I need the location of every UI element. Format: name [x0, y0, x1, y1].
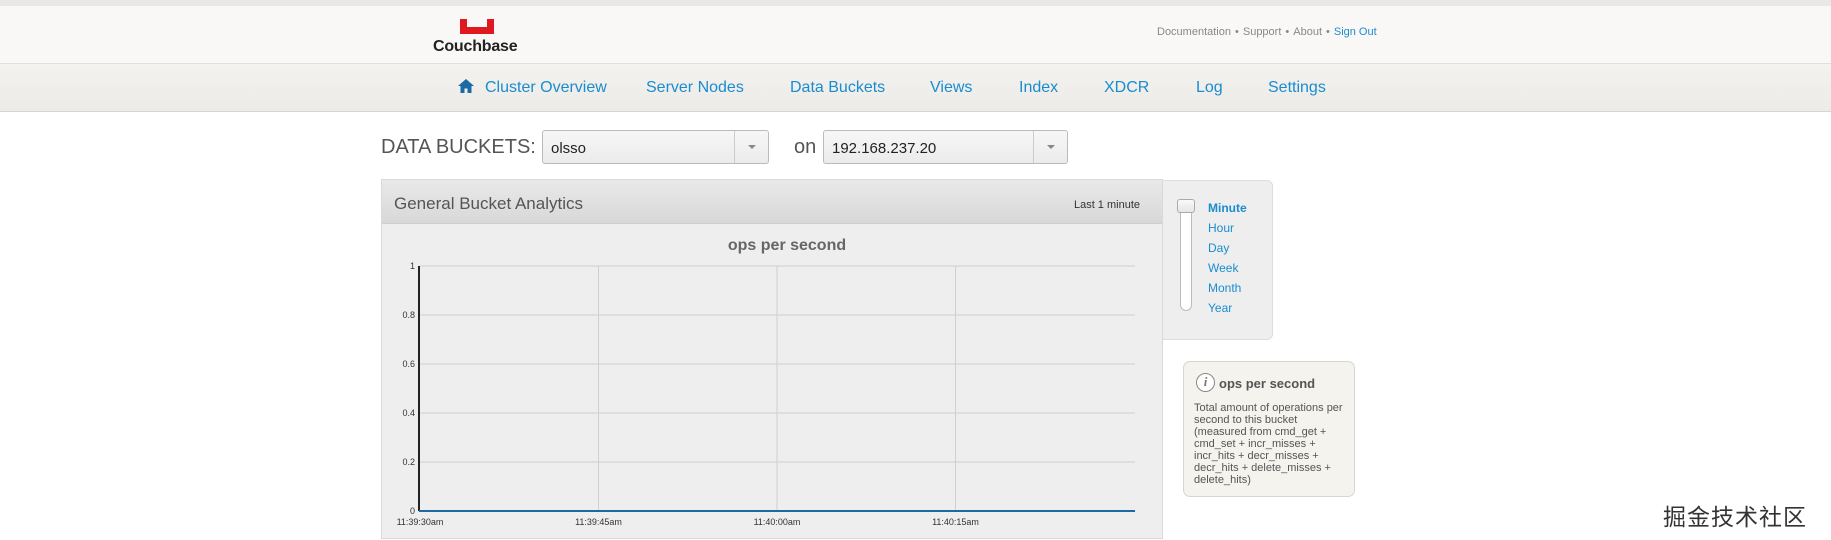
- range-label: Last 1 minute: [1073, 199, 1140, 211]
- x-tick-label: 11:40:15am: [932, 517, 979, 527]
- time-option-minute[interactable]: Minute: [1208, 201, 1247, 215]
- time-range-panel: Minute Hour Day Week Month Year: [1163, 180, 1273, 340]
- x-tick-label: 11:40:00am: [754, 517, 801, 527]
- nav-views[interactable]: Views: [930, 79, 972, 97]
- chart-title: ops per second: [728, 237, 846, 254]
- main-nav: Cluster Overview Server Nodes Data Bucke…: [0, 64, 1831, 112]
- bucket-select[interactable]: olsso: [542, 130, 769, 164]
- x-tick-label: 11:39:45am: [575, 517, 622, 527]
- header: Couchbase Documentation • Support • About • Si…: [0, 6, 1831, 64]
- home-icon[interactable]: [457, 78, 475, 94]
- top-links: Documentation • Support • About • Sign Out: [1157, 26, 1377, 38]
- slider-handle[interactable]: [1177, 199, 1195, 213]
- time-option-day[interactable]: Day: [1208, 241, 1229, 255]
- time-option-year[interactable]: Year: [1208, 301, 1232, 315]
- time-option-week[interactable]: Week: [1208, 261, 1238, 275]
- nav-server-nodes[interactable]: Server Nodes: [646, 79, 744, 97]
- couchbase-logo[interactable]: Couchbase: [433, 18, 523, 56]
- bucket-select-value: olsso: [551, 140, 587, 157]
- time-option-hour[interactable]: Hour: [1208, 221, 1234, 235]
- server-select-value: 192.168.237.20: [832, 140, 937, 157]
- nav-data-buckets[interactable]: Data Buckets: [790, 79, 885, 97]
- panel-header: General Bucket Analytics Last 1 minute: [382, 180, 1162, 224]
- chevron-down-icon[interactable]: [734, 131, 768, 163]
- info-description: Total amount of operations per second to…: [1194, 402, 1343, 486]
- y-tick-label: 0.2: [402, 457, 415, 467]
- chevron-down-icon[interactable]: [1033, 131, 1067, 163]
- nav-xdcr[interactable]: XDCR: [1104, 79, 1149, 97]
- info-title: ops per second: [1219, 376, 1316, 391]
- ops-per-second-chart: ops per second 1 0.8 0.6 0.4 0.2 011:39:30am 11…: [397, 237, 1135, 527]
- brand-name: Couchbase: [433, 38, 518, 55]
- y-tick-label: 0.6: [402, 359, 415, 369]
- documentation-link[interactable]: Documentation: [1157, 26, 1231, 38]
- on-label: on: [794, 136, 817, 158]
- nav-cluster-overview[interactable]: Cluster Overview: [485, 79, 607, 97]
- support-link[interactable]: Support: [1243, 26, 1282, 38]
- time-range-slider[interactable]: [1180, 199, 1192, 311]
- stat-info-box: i ops per second Total amount of operati…: [1183, 361, 1355, 497]
- x-tick-label: 11:39:30am: [397, 517, 444, 527]
- data-buckets-label: DATA BUCKETS:: [381, 136, 536, 158]
- about-link[interactable]: About: [1293, 26, 1322, 38]
- info-icon: i: [1196, 373, 1215, 392]
- y-tick-label: 0.4: [402, 408, 415, 418]
- y-tick-label: 1: [410, 261, 415, 271]
- analytics-panel: General Bucket Analytics Last 1 minute o…: [381, 179, 1163, 539]
- y-tick-label: 0: [410, 506, 415, 516]
- nav-log[interactable]: Log: [1196, 79, 1223, 97]
- watermark: 掘金技术社区: [1663, 504, 1807, 530]
- panel-title: General Bucket Analytics: [394, 194, 583, 213]
- y-tick-label: 0.8: [402, 310, 415, 320]
- server-select[interactable]: 192.168.237.20: [823, 130, 1068, 164]
- time-option-month[interactable]: Month: [1208, 281, 1241, 295]
- nav-settings[interactable]: Settings: [1268, 79, 1326, 97]
- sign-out-link[interactable]: Sign Out: [1334, 26, 1377, 38]
- nav-index[interactable]: Index: [1019, 79, 1058, 97]
- couchbase-logo-icon: [460, 19, 494, 34]
